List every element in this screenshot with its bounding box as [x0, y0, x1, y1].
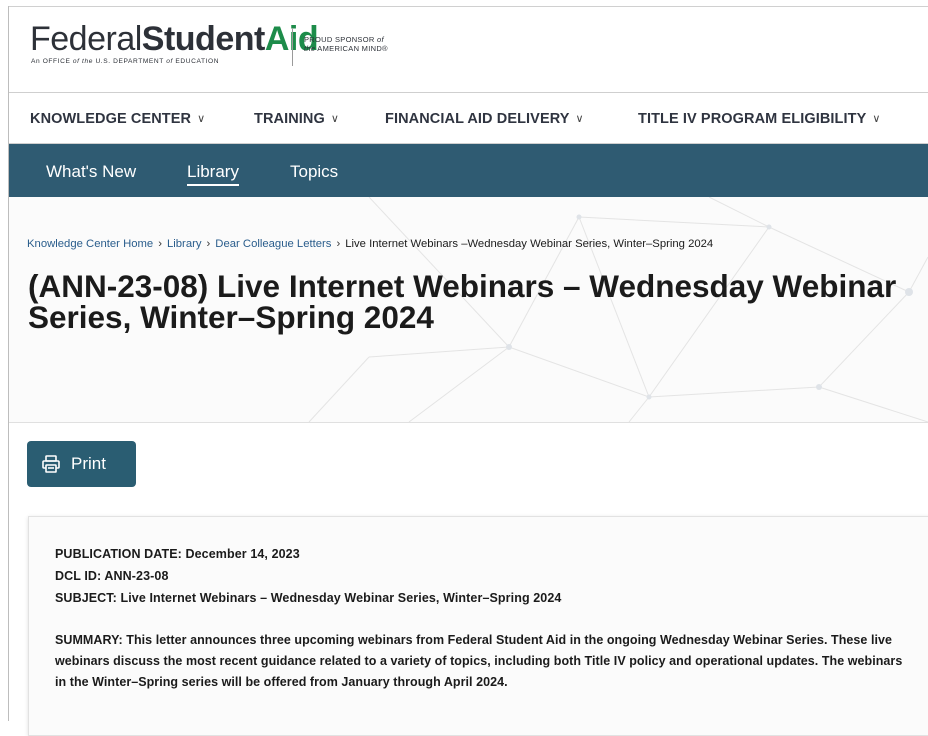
chevron-down-icon: ∨	[575, 113, 584, 125]
subnav-topics[interactable]: Topics	[290, 162, 338, 182]
letter-card: PUBLICATION DATE: December 14, 2023 DCL …	[28, 516, 928, 736]
publication-date: PUBLICATION DATE: December 14, 2023	[55, 547, 300, 561]
breadcrumb-separator-icon: ›	[336, 238, 341, 250]
print-button[interactable]: Print	[27, 441, 136, 487]
window-frame-left	[8, 6, 9, 721]
chevron-down-icon: ∨	[197, 113, 206, 125]
breadcrumb-link-dear-colleague-letters[interactable]: Dear Colleague Letters	[215, 238, 331, 250]
breadcrumb: Knowledge Center Home › Library › Dear Colle…	[27, 238, 713, 250]
subnav-whats-new[interactable]: What's New	[46, 162, 136, 182]
logo-divider	[292, 28, 293, 66]
nav-item-knowledge-center[interactable]: KNOWLEDGE CENTER ∨	[30, 111, 205, 127]
sub-nav: What's New Library Topics	[9, 144, 928, 197]
logo-tagline: An OFFICE of the U.S. DEPARTMENT of EDUC…	[31, 58, 220, 65]
nav-item-title-iv-eligibility[interactable]: TITLE IV PROGRAM ELIGIBILITY ∨	[638, 111, 881, 127]
subnav-library[interactable]: Library	[187, 162, 239, 186]
logo-word-student: Student	[141, 20, 266, 58]
chevron-down-icon: ∨	[330, 113, 340, 125]
nav-item-financial-aid-delivery[interactable]: FINANCIAL AID DELIVERY ∨	[385, 111, 584, 127]
main-nav: KNOWLEDGE CENTER ∨ TRAINING ∨ FINANCIAL AI…	[9, 92, 928, 144]
breadcrumb-link-knowledge-center-home[interactable]: Knowledge Center Home	[27, 238, 153, 250]
site-header: FederalStudentAid An OFFICE of the U.S. …	[9, 7, 928, 92]
summary: SUMMARY: This letter announces three upc…	[55, 633, 903, 689]
breadcrumb-link-library[interactable]: Library	[167, 238, 202, 250]
sponsor-text: PROUD SPONSOR of the AMERICAN MIND®	[304, 35, 388, 53]
breadcrumb-separator-icon: ›	[158, 238, 162, 250]
chevron-down-icon: ∨	[872, 113, 881, 125]
nav-item-training[interactable]: TRAINING ∨	[254, 111, 339, 127]
dcl-id: DCL ID: ANN-23-08	[55, 569, 169, 583]
breadcrumb-separator-icon: ›	[206, 238, 211, 250]
logo-word-federal: Federal	[30, 20, 142, 58]
subject: SUBJECT: Live Internet Webinars – Wednes…	[55, 591, 562, 605]
printer-icon	[41, 454, 61, 474]
page-hero: Knowledge Center Home › Library › Dear Colle…	[9, 197, 928, 423]
breadcrumb-current: Live Internet Webinars –Wednesday Webina…	[345, 238, 714, 250]
print-label: Print	[71, 454, 106, 473]
fsa-logo[interactable]: FederalStudentAid	[30, 20, 319, 58]
page-title: (ANN-23-08) Live Internet Webinars – Wed…	[28, 268, 897, 335]
